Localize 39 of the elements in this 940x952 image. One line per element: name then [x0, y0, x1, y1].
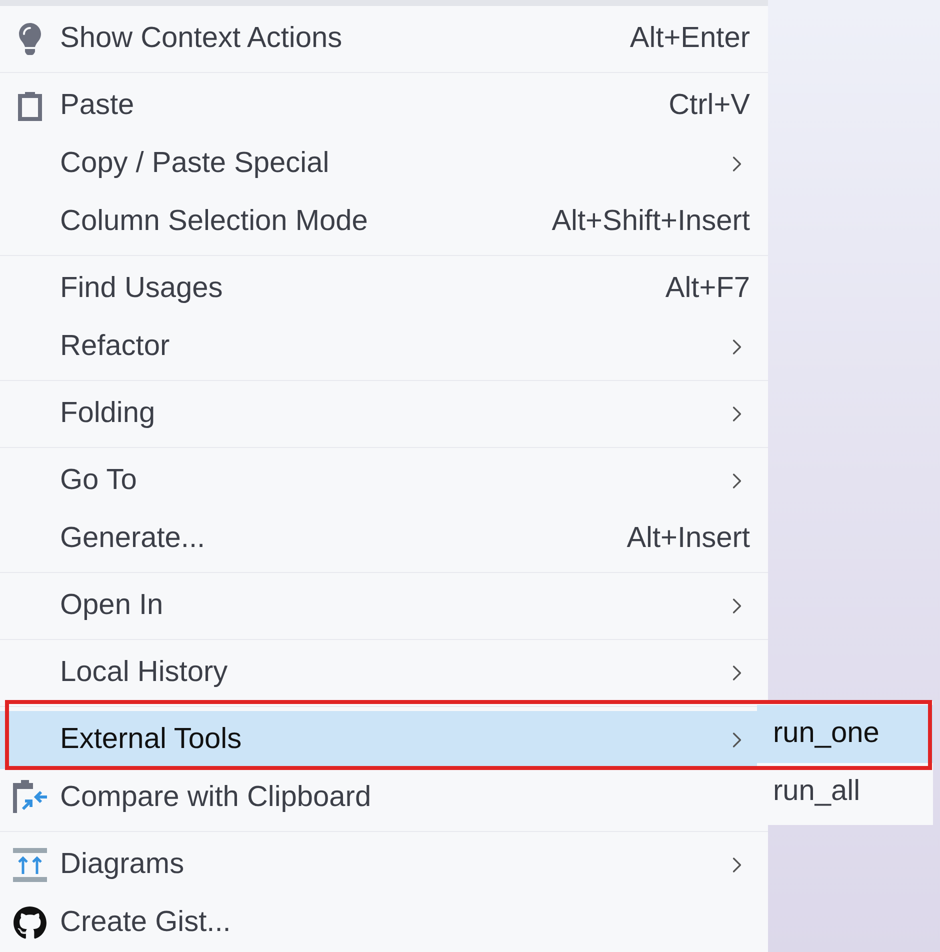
menu-item-label: Find Usages: [60, 271, 223, 306]
menu-item-label: Go To: [60, 463, 137, 498]
menu-item[interactable]: Open In: [0, 577, 768, 635]
menu-item[interactable]: Generate... Alt+Insert: [0, 510, 768, 568]
menu-item-label: Paste: [60, 88, 134, 124]
menu-item[interactable]: Show Context Actions Alt+Enter: [0, 10, 768, 68]
menu-item-label: External Tools: [60, 722, 242, 758]
menu-item-label: Compare with Clipboard: [60, 780, 372, 816]
menu-item[interactable]: Go To: [0, 452, 768, 510]
menu-item-label: Local History: [60, 655, 228, 690]
github-icon: [13, 906, 47, 940]
menu-item[interactable]: Create Gist...: [0, 894, 768, 952]
shortcut-label: Ctrl+V: [668, 88, 750, 124]
menu-item-label: Folding: [60, 396, 156, 432]
menu-item-label: Refactor: [60, 329, 170, 364]
menu-item[interactable]: Copy / Paste Special: [0, 135, 768, 193]
menu-item-label: Column Selection Mode: [60, 204, 368, 240]
menu-item-label: Create Gist...: [60, 905, 231, 940]
diagram-icon: [12, 847, 48, 883]
shortcut-label: Alt+Insert: [626, 521, 750, 556]
menu-item[interactable]: Local History: [0, 644, 768, 702]
menu-item[interactable]: Find Usages Alt+F7: [0, 260, 768, 318]
menu-item[interactable]: Compare with Clipboard: [0, 769, 768, 827]
menu-item[interactable]: Paste Ctrl+V: [0, 77, 768, 135]
menu-item-label: Diagrams: [60, 847, 184, 882]
menu-item-label: Open In: [60, 588, 164, 624]
menu-item-label: Generate...: [60, 521, 206, 556]
menu-item[interactable]: Diagrams: [0, 836, 768, 894]
shortcut-label: Alt+F7: [665, 271, 750, 306]
submenu-item[interactable]: run_one: [757, 705, 933, 763]
lightbulb-icon: [17, 23, 43, 55]
shortcut-label: Alt+Shift+Insert: [552, 204, 750, 240]
menu-item[interactable]: Column Selection Mode Alt+Shift+Insert: [0, 193, 768, 251]
menu-item[interactable]: Refactor: [0, 318, 768, 376]
clipboard-icon: [17, 91, 43, 121]
shortcut-label: Alt+Enter: [630, 21, 750, 56]
menu-item-label: Copy / Paste Special: [60, 146, 330, 182]
menu-item-label: Show Context Actions: [60, 21, 342, 56]
menu-item[interactable]: Folding: [0, 385, 768, 443]
